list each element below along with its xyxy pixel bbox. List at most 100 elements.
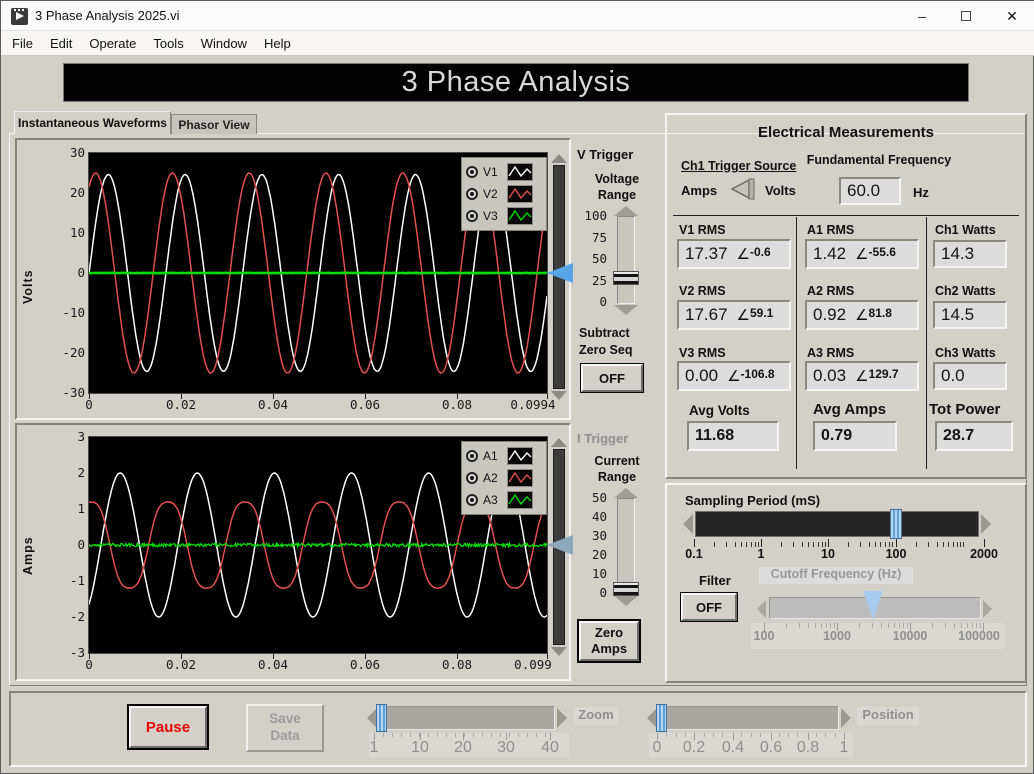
zoom-thumb[interactable] [376,704,387,732]
legend-line-sample[interactable] [507,163,533,181]
cutoff-minor-tickmark-18 [953,623,955,628]
trigger-source-switch[interactable] [727,177,763,201]
menu-item-edit[interactable]: Edit [48,32,74,55]
current-range-up-arrow[interactable] [614,488,638,498]
menu-item-window[interactable]: Window [199,32,249,55]
zoom-track[interactable] [377,706,555,730]
current-range-thumb[interactable] [613,582,639,596]
volts-axis-tickmark-1 [181,394,182,399]
menu-item-operate[interactable]: Operate [87,32,138,55]
tot-power-label: Tot Power [929,401,1001,418]
legend-line-sample[interactable] [507,491,533,509]
volts-legend-row-v3[interactable]: V3 [466,205,542,227]
cutoff-minor-tickmark-9 [871,623,873,628]
volts-y-tick-3: 0 [77,265,85,280]
minimize-button[interactable]: – [900,1,944,31]
voltage-range-track[interactable] [617,216,635,304]
measurements-divider-v2 [926,217,927,469]
zoom-major-tickmark-3 [506,733,507,740]
voltage-range-up-arrow[interactable] [614,206,638,216]
legend-line-sample[interactable] [507,469,533,487]
menu-item-help[interactable]: Help [262,32,293,55]
sampling-minor-tickmark-25 [928,542,930,547]
menu-item-tools[interactable]: Tools [151,32,185,55]
subtract-zero-seq-button[interactable]: OFF [581,364,643,392]
ch3-watts-value: 0.0 [933,362,1007,390]
page-title: 3 Phase Analysis [401,66,631,98]
zoom-minor-tickmark-1 [392,733,394,737]
position-minor-tickmark-5 [722,733,724,737]
pause-button[interactable]: Pause [129,706,207,748]
maximize-button[interactable] [944,1,988,31]
plot-visible-toggle[interactable] [466,494,478,506]
sampling-left-arrow[interactable] [683,514,693,534]
current-range-down-arrow[interactable] [614,596,638,606]
app-icon [11,8,28,25]
zoom-right-arrow[interactable] [557,708,567,728]
sampling-right-arrow[interactable] [981,514,991,534]
position-minor-tickmark-6 [741,733,743,737]
current-range-tick-1: 40 [591,509,607,524]
position-track[interactable] [657,706,839,730]
volts-legend-row-v1[interactable]: V1 [466,161,542,183]
plot-visible-toggle[interactable] [466,450,478,462]
cutoff-left-arrow[interactable] [757,600,766,618]
amps-axis-tickmark-4 [457,654,458,659]
save-data-button[interactable]: Save Data [246,704,324,752]
voltage-range-label: Voltage Range [594,172,640,203]
cutoff-right-arrow[interactable] [983,600,992,618]
filter-button[interactable]: OFF [681,593,737,621]
amps-y-tick-3: 0 [77,537,85,552]
position-minor-tickmark-13 [825,733,827,737]
plot-visible-toggle[interactable] [466,210,478,222]
volts-xtick-5: 0.0994 [510,397,556,412]
volts-rail-up-arrow[interactable] [551,154,567,163]
amps-y-tick-5: -2 [69,609,85,624]
amps-rail-up-arrow[interactable] [551,438,567,447]
menu-item-file[interactable]: File [10,32,35,55]
measurements-title: Electrical Measurements [758,124,934,141]
plot-visible-toggle[interactable] [466,472,478,484]
sampling-minor-tickmark-31 [960,542,962,547]
ch3-watts-label: Ch3 Watts [935,346,996,360]
plot-visible-toggle[interactable] [466,188,478,200]
tab-instantaneous-waveforms[interactable]: Instantaneous Waveforms [14,111,171,134]
close-button[interactable]: ✕ [989,1,1034,31]
sampling-minor-tickmark-28 [948,542,950,547]
sampling-track[interactable] [695,511,979,537]
position-minor-tickmark-7 [750,733,752,737]
legend-line-sample[interactable] [507,207,533,225]
sampling-thumb[interactable] [890,509,902,539]
plot-visible-toggle[interactable] [466,166,478,178]
position-right-arrow[interactable] [841,708,851,728]
volts-y-tick-1: 20 [69,185,85,200]
position-xtick-0: 0 [652,739,662,756]
position-minor-tickmark-9 [778,733,780,737]
position-minor-tickmark-10 [787,733,789,737]
current-range-track[interactable] [617,498,635,594]
amps-legend-row-a1[interactable]: A1 [466,445,542,467]
amps-legend-row-a3[interactable]: A3 [466,489,542,511]
a1-rms-value-angle: ∠-55.6 [855,245,896,263]
legend-line-sample[interactable] [507,185,533,203]
volts-xtick-2: 0.04 [257,397,289,412]
v-trigger-pointer[interactable] [547,263,573,283]
fundamental-frequency-value[interactable]: 60.0 [839,177,901,205]
legend-line-sample[interactable] [507,447,533,465]
position-xtick-3: 0.6 [759,739,783,756]
zero-amps-button[interactable]: Zero Amps [579,621,639,661]
i-trigger-pointer[interactable] [547,535,573,555]
cutoff-thumb[interactable] [863,591,883,619]
volts-xtick-1: 0.02 [165,397,197,412]
cutoff-minor-tickmark-10 [880,623,882,628]
position-thumb[interactable] [656,704,667,732]
voltage-range-thumb[interactable] [613,271,639,285]
amps-legend-row-a2[interactable]: A2 [466,467,542,489]
volts-legend-row-v2[interactable]: V2 [466,183,542,205]
cutoff-minor-tickmark-5 [825,623,827,628]
voltage-range-down-arrow[interactable] [614,305,638,315]
trigger-source-volts-label: Volts [765,183,796,198]
amps-rail-down-arrow[interactable] [551,647,567,656]
position-minor-tickmark-11 [797,733,799,737]
tab-phasor-view[interactable]: Phasor View [171,114,257,134]
